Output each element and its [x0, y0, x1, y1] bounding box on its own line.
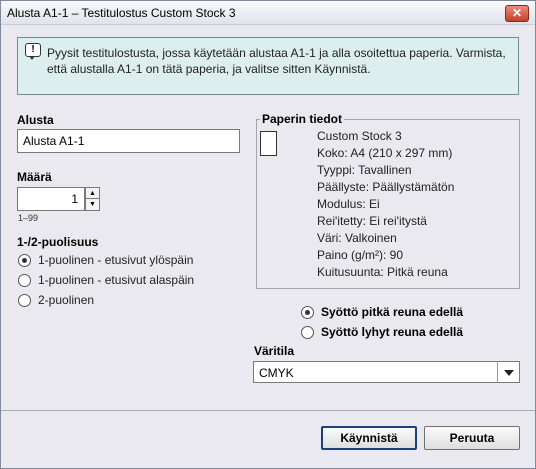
paper-weight: Paino (g/m²): 90: [317, 248, 404, 262]
cancel-button[interactable]: Peruuta: [424, 426, 520, 450]
radio-label: 2-puolinen: [38, 293, 95, 307]
radio-label: 1-puolinen - etusivut ylöspäin: [38, 253, 194, 267]
radio-label: 1-puolinen - etusivut alaspäin: [38, 273, 195, 287]
quantity-stepper[interactable]: ▲ ▼: [85, 187, 100, 211]
paper-punched: Rei'itetty: Ei rei'itystä: [317, 214, 427, 228]
spin-down-icon[interactable]: ▼: [86, 199, 99, 210]
radio-2-sided[interactable]: 2-puolinen: [18, 292, 94, 308]
paper-color: Väri: Valkoinen: [317, 231, 397, 245]
radio-1-sided-face-up[interactable]: 1-puolinen - etusivut ylöspäin: [18, 252, 193, 268]
tray-field[interactable]: Alusta A1-1: [17, 129, 240, 153]
quantity-range: 1–99: [18, 213, 39, 223]
paper-sheet-icon: [260, 131, 277, 156]
footer-divider: [1, 410, 535, 411]
paper-grain: Kuitusuunta: Pitkä reuna: [317, 265, 448, 279]
radio-1-sided-face-down[interactable]: 1-puolinen - etusivut alaspäin: [18, 272, 194, 288]
paper-coating: Päällyste: Päällystämätön: [317, 180, 455, 194]
info-message-text: Pyysit testitulostusta, jossa käytetään …: [47, 46, 506, 76]
radio-feed-long-edge[interactable]: Syöttö pitkä reuna edellä: [301, 304, 463, 320]
quantity-label: Määrä: [17, 170, 52, 184]
start-button[interactable]: Käynnistä: [321, 426, 417, 450]
radio-label: Syöttö lyhyt reuna edellä: [321, 325, 464, 339]
paper-name: Custom Stock 3: [317, 129, 402, 143]
radio-unselected-icon[interactable]: [18, 273, 31, 287]
window-title: Alusta A1-1 – Testitulostus Custom Stock…: [7, 6, 236, 20]
radio-selected-icon[interactable]: [301, 305, 314, 319]
paper-modulus: Modulus: Ei: [317, 197, 380, 211]
radio-selected-icon[interactable]: [18, 253, 31, 267]
spin-up-icon[interactable]: ▲: [86, 188, 99, 199]
sides-label: 1-/2-puolisuus: [17, 235, 99, 249]
color-mode-select[interactable]: CMYK: [253, 361, 520, 383]
paper-size: Koko: A4 (210 x 297 mm): [317, 146, 453, 160]
close-button[interactable]: ✕: [505, 5, 529, 22]
tray-label: Alusta: [17, 113, 54, 127]
dialog-window: Alusta A1-1 – Testitulostus Custom Stock…: [0, 0, 536, 469]
radio-feed-short-edge[interactable]: Syöttö lyhyt reuna edellä: [301, 324, 463, 340]
message-icon: !: [25, 43, 41, 60]
radio-unselected-icon[interactable]: [18, 293, 31, 307]
color-mode-value: CMYK: [259, 366, 294, 380]
paper-info-group: [256, 119, 520, 289]
title-bar[interactable]: Alusta A1-1 – Testitulostus Custom Stock…: [1, 1, 535, 25]
info-message-box: ! Pyysit testitulostusta, jossa käytetää…: [17, 37, 519, 95]
chevron-down-icon[interactable]: [497, 362, 519, 382]
radio-unselected-icon[interactable]: [301, 325, 314, 339]
quantity-input[interactable]: 1: [17, 187, 85, 211]
paper-info-title: Paperin tiedot: [260, 112, 345, 126]
paper-type: Tyyppi: Tavallinen: [317, 163, 412, 177]
color-mode-label: Väritila: [254, 344, 295, 358]
radio-label: Syöttö pitkä reuna edellä: [321, 305, 464, 319]
